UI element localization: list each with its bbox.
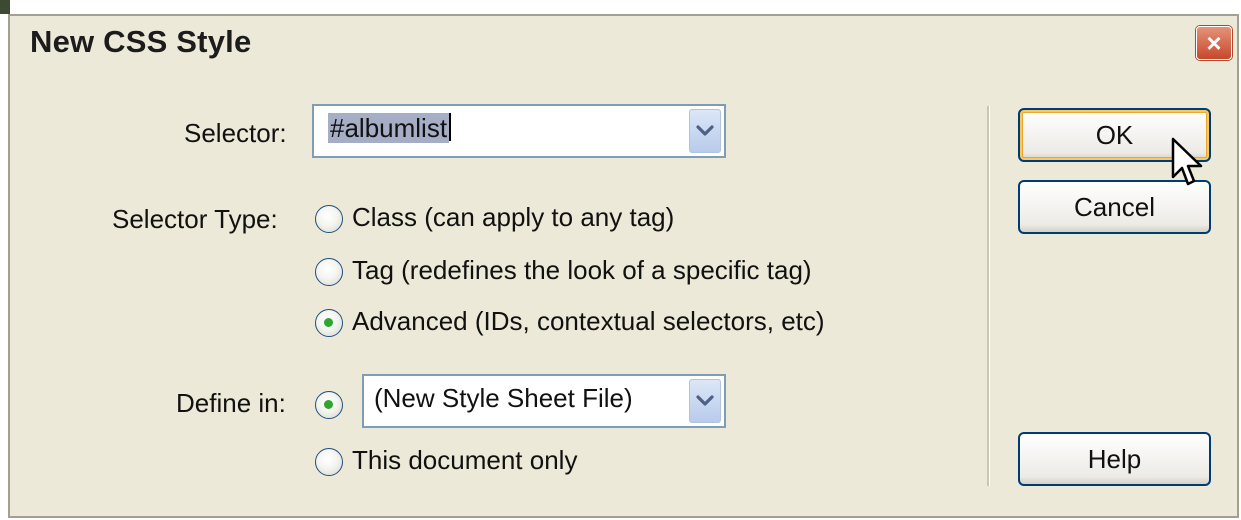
mouse-pointer-icon — [1171, 137, 1203, 186]
help-button[interactable]: Help — [1018, 432, 1211, 486]
radio-tag-label[interactable]: Tag (redefines the look of a specific ta… — [352, 255, 812, 286]
define-in-dropdown-button[interactable] — [689, 379, 721, 423]
cancel-button-label: Cancel — [1074, 191, 1155, 222]
selector-value: #albumlist — [328, 113, 450, 143]
radio-this-document-label[interactable]: This document only — [352, 445, 577, 476]
radio-advanced-label[interactable]: Advanced (IDs, contextual selectors, etc… — [352, 306, 825, 337]
window-corner — [0, 0, 10, 14]
radio-advanced[interactable] — [315, 309, 343, 337]
selector-combo[interactable]: #albumlist — [312, 104, 726, 158]
selector-type-label: Selector Type: — [112, 204, 278, 234]
chevron-down-icon — [696, 395, 714, 406]
chevron-down-icon — [696, 125, 714, 136]
close-button[interactable]: × — [1196, 26, 1232, 60]
ok-button-label: OK — [1095, 119, 1134, 150]
radio-tag[interactable] — [315, 258, 343, 286]
radio-selected-dot — [324, 400, 333, 409]
selector-dropdown-button[interactable] — [689, 109, 721, 153]
radio-class[interactable] — [315, 205, 343, 233]
define-in-label: Define in: — [176, 388, 286, 418]
help-button-label: Help — [1087, 443, 1142, 474]
selector-label: Selector: — [184, 118, 287, 148]
radio-selected-dot — [324, 318, 333, 327]
close-icon: × — [1206, 28, 1222, 58]
radio-this-document[interactable] — [315, 448, 343, 476]
dialog-title: New CSS Style — [30, 24, 252, 59]
radio-class-label[interactable]: Class (can apply to any tag) — [352, 202, 674, 233]
selector-input[interactable]: #albumlist — [328, 113, 452, 144]
define-in-combo[interactable]: (New Style Sheet File) — [362, 374, 726, 428]
define-in-value: (New Style Sheet File) — [374, 383, 633, 413]
radio-new-style-sheet[interactable] — [315, 391, 343, 419]
new-css-style-dialog: New CSS Style × Selector: #albumlist Sel… — [8, 14, 1239, 518]
vertical-separator — [987, 106, 990, 486]
text-caret — [449, 113, 452, 141]
title-bar[interactable]: New CSS Style × — [10, 16, 1237, 78]
